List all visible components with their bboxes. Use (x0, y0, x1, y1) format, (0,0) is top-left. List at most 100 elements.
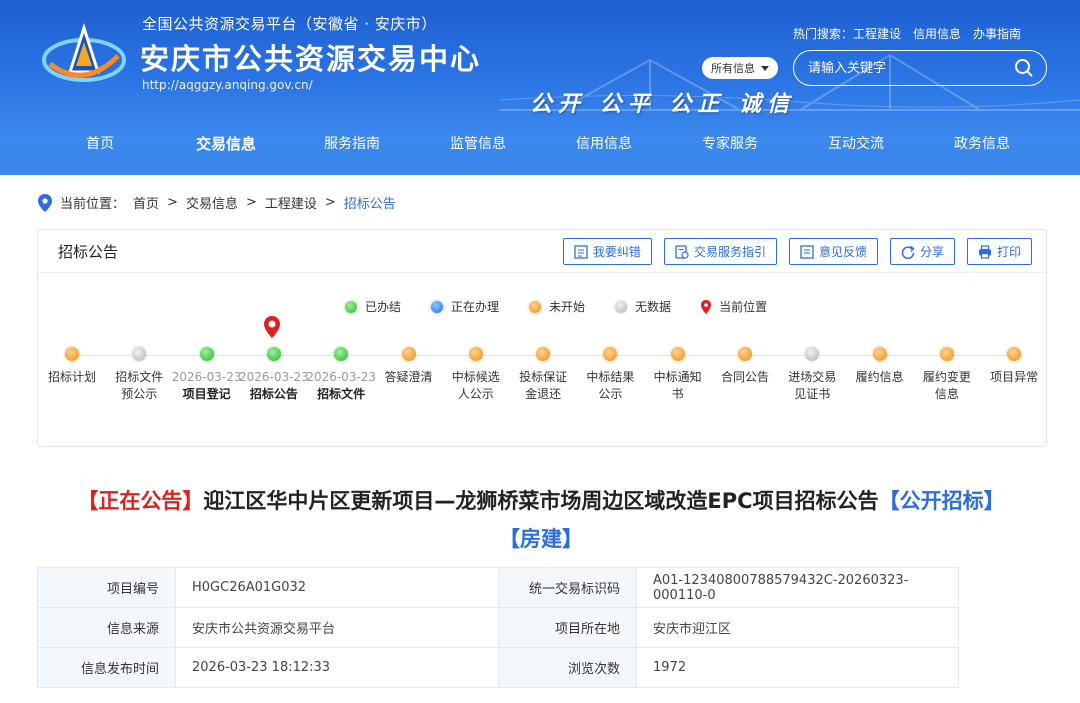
guide-icon (675, 244, 689, 259)
info-source-value: 安庆市公共资源交易平台 (175, 607, 499, 648)
step-label: 项目登记 (182, 387, 231, 401)
publish-time-label: 信息发布时间 (37, 647, 176, 688)
step-status-dot-icon (536, 347, 551, 361)
search-scope-value: 所有信息 (711, 62, 755, 75)
legend-none: 无数据 (615, 298, 671, 315)
status-legend: 已办结 正在办理 未开始 无数据 当前位置 (345, 298, 797, 315)
legend-done: 已办结 (345, 298, 401, 315)
step-label: 进场交易见证书 (788, 370, 837, 401)
step-status-dot-icon (266, 347, 281, 361)
table-row: 信息来源 安庆市公共资源交易平台 项目所在地 安庆市迎江区 (37, 607, 959, 648)
breadcrumb-current[interactable]: 招标公告 (344, 193, 396, 212)
site-logo (42, 23, 126, 82)
process-step[interactable]: 中标通知书 (643, 347, 713, 403)
step-status-dot-icon (603, 347, 618, 361)
panel-title: 招标公告 (58, 243, 119, 261)
not-started-dot-icon (529, 300, 542, 313)
step-status-dot-icon (1007, 347, 1022, 361)
process-step[interactable]: 履约变更信息 (912, 347, 982, 403)
trade-guide-button[interactable]: 交易服务指引 (663, 238, 777, 265)
legend-todo: 未开始 (529, 298, 585, 315)
breadcrumb-trade-info[interactable]: 交易信息 (186, 193, 238, 212)
hot-link-credit[interactable]: 信用信息 (913, 25, 961, 42)
share-label: 分享 (919, 245, 944, 259)
feedback-button[interactable]: 意见反馈 (788, 238, 878, 265)
search-icon[interactable] (1014, 58, 1034, 78)
step-status-dot-icon (401, 347, 416, 361)
edit-icon (574, 244, 588, 259)
nav-experts[interactable]: 专家服务 (694, 124, 766, 164)
step-status-dot-icon (939, 347, 954, 361)
nav-interaction[interactable]: 互动交流 (820, 124, 892, 164)
step-label: 招标文件预公示 (115, 370, 164, 401)
nav-gov-affairs[interactable]: 政务信息 (946, 124, 1018, 164)
step-status-dot-icon (468, 347, 483, 361)
process-step[interactable]: 中标结果公示 (575, 347, 645, 403)
step-label: 中标结果公示 (586, 370, 635, 401)
print-label: 打印 (996, 245, 1021, 259)
view-count-label: 浏览次数 (498, 647, 637, 688)
feedback-icon (800, 244, 814, 259)
step-label: 中标通知书 (653, 370, 702, 401)
notice-method-tag[interactable]: 【公开招标】 (879, 489, 1005, 513)
print-button[interactable]: 打印 (966, 238, 1032, 265)
nav-home[interactable]: 首页 (70, 124, 130, 164)
hot-search-label[interactable]: 热门搜索：工程建设 (793, 25, 901, 42)
process-step[interactable]: 答疑澄清 (374, 347, 444, 386)
process-step[interactable]: 2026-03-23 招标公告 (239, 347, 309, 403)
breadcrumb-home[interactable]: 首页 (133, 193, 159, 212)
table-row: 项目编号 H0GC26A01G032 统一交易标识码 A01-123408007… (37, 567, 959, 608)
slogan: 公开 公平 公正 诚信 (530, 91, 795, 117)
breadcrumb-separator: > (324, 195, 336, 210)
process-step[interactable]: 招标计划 (37, 347, 107, 386)
notice-category-tag[interactable]: 【房建】 (499, 527, 583, 551)
process-step[interactable]: 项目异常 (979, 347, 1049, 386)
hot-search: 热门搜索：工程建设 信用信息 办事指南 (793, 25, 1021, 42)
current-position-marker-icon (264, 316, 280, 338)
site-url[interactable]: http://aqggzy.anqing.gov.cn/ (142, 78, 313, 92)
info-source-label: 信息来源 (37, 607, 176, 648)
step-date: 2026-03-23 (306, 370, 377, 384)
breadcrumb-engineering[interactable]: 工程建设 (265, 193, 317, 212)
project-location-value: 安庆市迎江区 (636, 607, 959, 648)
notice-status-tag: 【正在公告】 (77, 489, 204, 513)
step-label: 招标公告 (249, 387, 298, 401)
legend-current: 当前位置 (701, 298, 767, 315)
search-input[interactable] (808, 60, 998, 76)
chevron-down-icon (761, 65, 769, 71)
step-label: 履约变更信息 (922, 370, 971, 401)
process-step[interactable]: 投标保证金退还 (508, 347, 578, 403)
nav-supervision[interactable]: 监管信息 (442, 124, 514, 164)
location-pin-icon (38, 193, 52, 212)
step-status-dot-icon (65, 347, 79, 361)
process-step[interactable]: 进场交易见证书 (777, 347, 847, 403)
site-title[interactable]: 安庆市公共资源交易中心 (140, 36, 481, 78)
nav-trade-info[interactable]: 交易信息 (190, 124, 262, 164)
process-step[interactable]: 履约信息 (845, 347, 915, 386)
legend-label: 已办结 (365, 300, 402, 314)
table-row: 信息发布时间 2026-03-23 18:12:33 浏览次数 1972 (37, 647, 959, 688)
share-button[interactable]: 分享 (889, 238, 955, 265)
notice-title-text: 迎江区华中片区更新项目—龙狮桥菜市场周边区域改造EPC项目招标公告 (203, 489, 879, 513)
feedback-label: 意见反馈 (818, 245, 867, 259)
process-step[interactable]: 合同公告 (710, 347, 780, 386)
step-label: 履约信息 (855, 370, 904, 384)
legend-label: 无数据 (635, 300, 672, 314)
step-label: 投标保证金退还 (519, 370, 568, 401)
step-status-dot-icon (872, 347, 887, 361)
search-scope-select[interactable]: 所有信息 (702, 57, 778, 79)
project-number-value: H0GC26A01G032 (175, 567, 499, 608)
hot-link-guide[interactable]: 办事指南 (973, 25, 1021, 42)
process-step[interactable]: 2026-03-23 招标文件 (306, 347, 376, 403)
process-step[interactable]: 2026-03-23 项目登记 (172, 347, 242, 403)
step-status-dot-icon (738, 347, 752, 361)
legend-label: 正在办理 (451, 300, 500, 314)
nav-service-guide[interactable]: 服务指南 (316, 124, 388, 164)
in-progress-dot-icon (431, 300, 444, 313)
report-error-button[interactable]: 我要纠错 (562, 238, 652, 265)
project-number-label: 项目编号 (37, 567, 176, 608)
breadcrumb-label: 当前位置： (60, 197, 126, 212)
process-step[interactable]: 中标候选人公示 (441, 347, 511, 403)
process-step[interactable]: 招标文件预公示 (104, 347, 174, 403)
nav-credit[interactable]: 信用信息 (568, 124, 640, 164)
